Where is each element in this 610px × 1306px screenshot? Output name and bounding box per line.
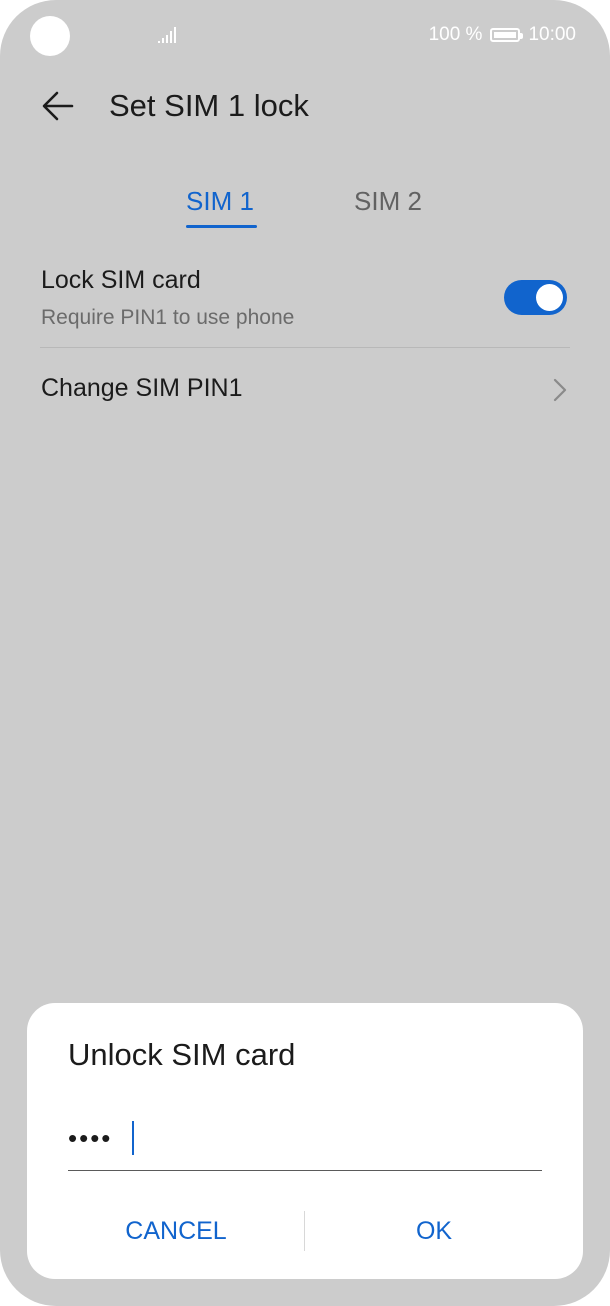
status-right: 100 % 10:00 (429, 24, 576, 46)
battery-icon (490, 28, 524, 42)
toggle-knob (536, 284, 563, 311)
text-cursor (132, 1121, 134, 1155)
tab-sim-2[interactable]: SIM 2 (354, 184, 422, 218)
signal-icon (158, 27, 176, 43)
tab-sim-1[interactable]: SIM 1 (186, 184, 254, 218)
clock: 10:00 (528, 24, 576, 45)
back-button[interactable] (38, 86, 78, 126)
ok-button[interactable]: OK (327, 1209, 541, 1253)
lock-sim-card-row[interactable]: Lock SIM card Require PIN1 to use phone (40, 258, 570, 346)
chevron-right-icon (553, 378, 567, 402)
change-sim-pin-title: Change SIM PIN1 (41, 374, 243, 402)
unlock-sim-dialog: Unlock SIM card •••• CANCEL OK (27, 1003, 583, 1279)
battery-percent: 100 % (428, 24, 483, 45)
pin-masked-value: •••• (68, 1123, 113, 1153)
lock-sim-card-subtitle: Require PIN1 to use phone (41, 306, 295, 329)
lock-sim-card-title: Lock SIM card (41, 266, 201, 294)
lock-sim-toggle[interactable] (504, 280, 567, 315)
tab-indicator (186, 225, 257, 228)
cancel-button[interactable]: CANCEL (67, 1209, 285, 1253)
phone-screen: 100 % 10:00 Set SIM 1 lock SIM 1 SIM 2 L… (0, 0, 610, 1306)
dialog-title: Unlock SIM card (68, 1037, 296, 1072)
camera-cutout (30, 16, 70, 56)
button-separator (304, 1211, 305, 1251)
list-divider (40, 347, 570, 348)
pin-input[interactable]: •••• (68, 1113, 542, 1171)
arrow-left-icon (42, 91, 74, 121)
change-sim-pin-row[interactable]: Change SIM PIN1 (40, 350, 570, 430)
page-title: Set SIM 1 lock (109, 88, 309, 123)
